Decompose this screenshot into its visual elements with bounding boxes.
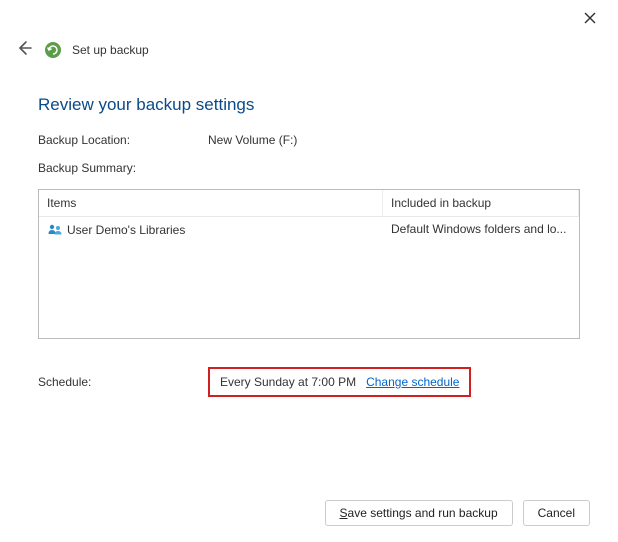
back-button[interactable] xyxy=(14,38,34,61)
change-schedule-link[interactable]: Change schedule xyxy=(366,375,459,389)
schedule-value: Every Sunday at 7:00 PM xyxy=(220,375,356,389)
schedule-row: Schedule: Every Sunday at 7:00 PM Change… xyxy=(38,367,580,397)
backup-location-row: Backup Location: New Volume (F:) xyxy=(38,133,580,147)
backup-summary-row: Backup Summary: xyxy=(38,161,580,175)
schedule-highlight-box: Every Sunday at 7:00 PM Change schedule xyxy=(208,367,471,397)
summary-table: Items Included in backup User Demo's Lib… xyxy=(38,189,580,339)
cell-item: User Demo's Libraries xyxy=(39,217,383,243)
column-header-items[interactable]: Items xyxy=(39,190,383,216)
back-arrow-icon xyxy=(16,40,32,56)
backup-summary-label: Backup Summary: xyxy=(38,161,208,175)
close-icon xyxy=(584,12,596,24)
cell-item-text: User Demo's Libraries xyxy=(67,223,185,237)
content-area: Review your backup settings Backup Locat… xyxy=(0,61,618,397)
cell-included: Default Windows folders and lo... xyxy=(383,217,579,243)
table-header: Items Included in backup xyxy=(39,190,579,217)
save-and-run-button[interactable]: Save settings and run backup xyxy=(325,500,513,526)
footer-buttons: Save settings and run backup Cancel xyxy=(325,500,590,526)
window-title: Set up backup xyxy=(72,43,149,57)
table-row[interactable]: User Demo's Libraries Default Windows fo… xyxy=(39,217,579,243)
page-heading: Review your backup settings xyxy=(38,95,580,115)
backup-location-value: New Volume (F:) xyxy=(208,133,297,147)
schedule-label: Schedule: xyxy=(38,375,208,389)
close-button[interactable] xyxy=(576,8,604,31)
backup-wizard-window: Set up backup Review your backup setting… xyxy=(0,0,618,542)
backup-location-label: Backup Location: xyxy=(38,133,208,147)
backup-icon xyxy=(44,41,62,59)
cancel-button[interactable]: Cancel xyxy=(523,500,590,526)
user-libraries-icon xyxy=(47,222,63,238)
header: Set up backup xyxy=(0,0,618,61)
column-header-included[interactable]: Included in backup xyxy=(383,190,579,216)
save-button-rest: ave settings and run backup xyxy=(348,506,498,520)
